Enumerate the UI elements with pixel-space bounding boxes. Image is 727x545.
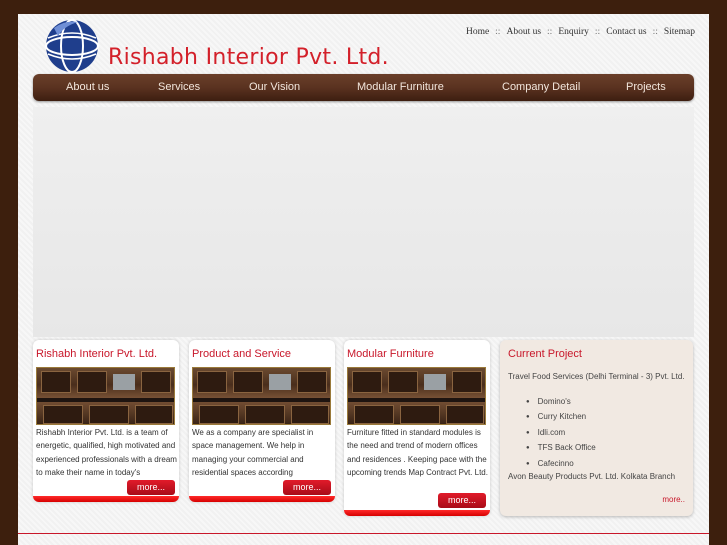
list-item: TFS Back Office <box>526 441 596 456</box>
card-red-bar <box>189 496 335 502</box>
banner-area <box>33 107 694 337</box>
toplink-sitemap[interactable]: Sitemap <box>664 27 695 37</box>
toplink-home[interactable]: Home <box>466 27 489 37</box>
card-title: Modular Furniture <box>347 348 434 360</box>
list-item: Cafecinno <box>526 457 596 472</box>
card-text: We as a company are specialist in space … <box>192 428 314 478</box>
toplink-separator: :: <box>652 27 658 37</box>
more-link[interactable]: more.. <box>662 495 685 504</box>
more-button[interactable]: more... <box>127 480 175 495</box>
kitchen-photo <box>192 367 331 425</box>
list-item: Domino's <box>526 395 596 410</box>
toplink-separator: :: <box>495 27 501 37</box>
nav-about-us[interactable]: About us <box>66 81 109 93</box>
kitchen-photo <box>36 367 175 425</box>
toplink-enquiry[interactable]: Enquiry <box>558 27 589 37</box>
current-project-line2: Avon Beauty Products Pvt. Ltd. Kolkata B… <box>508 472 676 481</box>
page-container: Rishabh Interior Pvt. Ltd. Home :: About… <box>18 14 709 545</box>
toplink-contact[interactable]: Contact us <box>606 27 646 37</box>
card-title: Rishabh Interior Pvt. Ltd. <box>36 348 158 360</box>
card-company: Rishabh Interior Pvt. Ltd. Rishabh Inter… <box>33 340 179 502</box>
nav-services[interactable]: Services <box>158 81 200 93</box>
nav-our-vision[interactable]: Our Vision <box>249 81 300 93</box>
card-red-bar <box>344 510 490 516</box>
card-title: Product and Service <box>192 348 292 360</box>
nav-projects[interactable]: Projects <box>626 81 666 93</box>
card-product-service: Product and Service We as a company are … <box>189 340 335 502</box>
list-item: Idli.com <box>526 426 596 441</box>
kitchen-photo <box>347 367 486 425</box>
brand-title: Rishabh Interior Pvt. Ltd. <box>108 45 389 70</box>
main-navbar: About us Services Our Vision Modular Fur… <box>33 74 694 101</box>
current-project-line1: Travel Food Services (Delhi Terminal - 3… <box>508 372 685 381</box>
more-button[interactable]: more... <box>438 493 486 508</box>
card-red-bar <box>33 496 179 502</box>
more-button[interactable]: more... <box>283 480 331 495</box>
top-links: Home :: About us :: Enquiry :: Contact u… <box>466 27 695 37</box>
current-project-title: Current Project <box>508 348 582 360</box>
list-item: Curry Kitchen <box>526 410 596 425</box>
nav-company-detail[interactable]: Company Detail <box>502 81 580 93</box>
card-text: Rishabh Interior Pvt. Ltd. is a team of … <box>36 428 177 478</box>
current-project-panel: Current Project Travel Food Services (De… <box>500 340 693 516</box>
toplink-about[interactable]: About us <box>506 27 541 37</box>
footer-divider <box>18 533 709 534</box>
toplink-separator: :: <box>547 27 553 37</box>
card-modular-furniture: Modular Furniture Furniture fitted in st… <box>344 340 490 516</box>
nav-modular-furniture[interactable]: Modular Furniture <box>357 81 444 93</box>
current-project-list: Domino's Curry Kitchen Idli.com TFS Back… <box>526 395 596 472</box>
globe-logo-icon[interactable] <box>44 18 100 74</box>
toplink-separator: :: <box>594 27 601 37</box>
card-text: Furniture fitted in standard modules is … <box>347 428 488 478</box>
